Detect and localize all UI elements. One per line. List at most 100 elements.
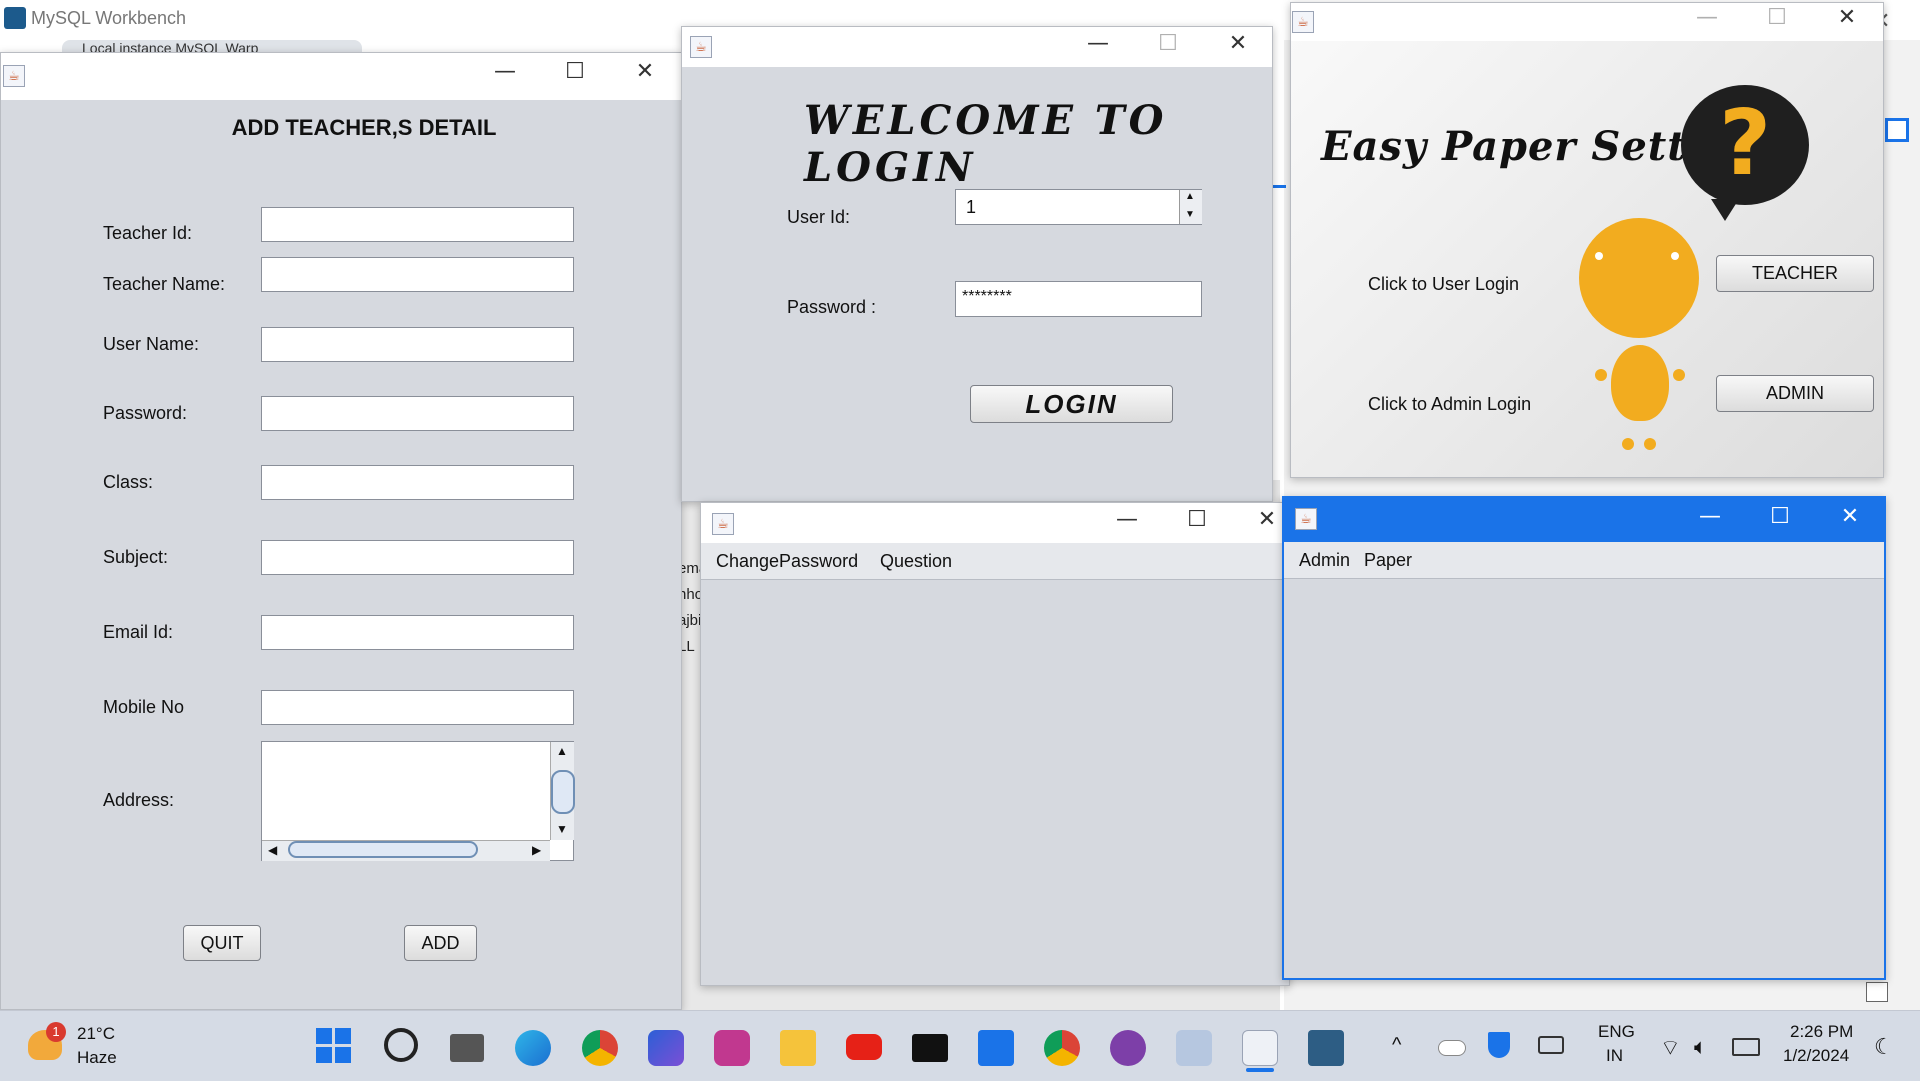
search-icon[interactable]	[384, 1028, 418, 1062]
teacher-id-input[interactable]	[261, 207, 574, 242]
easy-paper-setter-window: ☕ — ☐ ✕ Easy Paper Setter ? Click to Use…	[1290, 2, 1884, 478]
keyboard-icon[interactable]	[1538, 1036, 1564, 1054]
scroll-right-icon[interactable]: ▶	[532, 843, 541, 857]
java-icon[interactable]	[1242, 1030, 1278, 1066]
start-icon[interactable]	[316, 1028, 352, 1064]
java-icon: ☕	[1295, 508, 1317, 530]
do-not-disturb-icon[interactable]: ☾	[1874, 1034, 1894, 1060]
mobile-input[interactable]	[261, 690, 574, 725]
battery-icon[interactable]	[1732, 1038, 1760, 1056]
wifi-icon[interactable]: ⌔	[1660, 1034, 1681, 1062]
minimize-button[interactable]: —	[485, 59, 525, 84]
menu-question[interactable]: Question	[880, 551, 952, 572]
user-id-spinner[interactable]: 1 ▲ ▼	[955, 189, 1202, 225]
spinner-down-icon[interactable]: ▼	[1185, 209, 1195, 220]
maximize-button[interactable]: ☐	[1760, 504, 1800, 529]
vscode-icon[interactable]	[978, 1030, 1014, 1066]
page-title: ADD TEACHER,S DETAIL	[231, 115, 497, 140]
minimize-button[interactable]: —	[1078, 31, 1118, 56]
scroll-down-icon[interactable]: ▼	[556, 822, 568, 836]
java-icon: ☕	[690, 36, 712, 58]
horizontal-scroll-thumb[interactable]	[288, 841, 478, 858]
teacher-button[interactable]: TEACHER	[1716, 255, 1874, 292]
subject-input[interactable]	[261, 540, 574, 575]
chrome-icon[interactable]	[1044, 1030, 1080, 1066]
menu-admin[interactable]: Admin	[1299, 550, 1350, 571]
question-bubble-icon: ?	[1681, 85, 1809, 205]
menu-paper[interactable]: Paper	[1364, 550, 1412, 571]
admin-button[interactable]: ADMIN	[1716, 375, 1874, 412]
menu-change-password[interactable]: ChangePassword	[716, 551, 858, 572]
user-name-label: User Name:	[103, 334, 200, 354]
clock-date[interactable]: 1/2/2024	[1783, 1046, 1849, 1066]
mascot-hand-icon	[1595, 369, 1607, 381]
teacher-name-input[interactable]	[261, 257, 574, 292]
scroll-left-icon[interactable]: ◀	[268, 843, 277, 857]
close-button[interactable]: ✕	[1827, 5, 1867, 30]
copilot-icon[interactable]	[648, 1030, 684, 1066]
maximize-button[interactable]: ☐	[555, 59, 595, 84]
weather-temp[interactable]: 21°C	[77, 1024, 115, 1044]
minimize-button[interactable]: —	[1690, 504, 1730, 529]
email-label: Email Id:	[103, 622, 174, 642]
close-button[interactable]: ✕	[625, 59, 665, 84]
chevron-up-icon[interactable]: ^	[1392, 1034, 1401, 1057]
workbench-output-icon[interactable]	[1866, 982, 1888, 1002]
address-textarea[interactable]: ▲ ▼ ◀ ▶	[261, 741, 575, 861]
virtualbox-icon[interactable]	[1176, 1030, 1212, 1066]
github-icon[interactable]	[1110, 1030, 1146, 1066]
email-input[interactable]	[261, 615, 574, 650]
mysql-workbench-icon[interactable]	[1308, 1030, 1344, 1066]
subject-label: Subject:	[103, 547, 169, 567]
password-input[interactable]	[261, 396, 574, 431]
admin-login-text: Click to Admin Login	[1368, 394, 1532, 414]
mobile-label: Mobile No	[103, 697, 185, 717]
scroll-up-icon[interactable]: ▲	[556, 744, 568, 758]
volume-icon[interactable]: 🔈︎	[1694, 1034, 1707, 1060]
class-input[interactable]	[261, 465, 574, 500]
quit-button[interactable]: QUIT	[183, 925, 261, 961]
password-input[interactable]: ********	[955, 281, 1202, 317]
close-button[interactable]: ✕	[1218, 31, 1258, 56]
edge-icon[interactable]	[515, 1030, 551, 1066]
workbench-title: MySQL Workbench	[31, 8, 187, 28]
app-title: Easy Paper Setter	[1321, 123, 1736, 170]
region-indicator[interactable]: IN	[1606, 1046, 1623, 1066]
terminal-icon[interactable]	[912, 1034, 948, 1062]
spinner-up-icon[interactable]: ▲	[1185, 191, 1195, 202]
workbench-panel-toggle-icon[interactable]	[1885, 118, 1909, 142]
login-button[interactable]: LOGIN	[970, 385, 1173, 423]
maximize-button[interactable]: ☐	[1177, 507, 1217, 532]
password-label: Password:	[103, 403, 188, 423]
spinner-arrows[interactable]: ▲ ▼	[1179, 190, 1202, 224]
youtube-icon[interactable]	[846, 1034, 882, 1060]
close-button[interactable]: ✕	[1830, 504, 1870, 529]
onedrive-icon[interactable]	[1438, 1040, 1466, 1056]
minimize-button[interactable]: —	[1107, 507, 1147, 532]
security-shield-icon[interactable]	[1488, 1032, 1510, 1058]
menu-bar: Admin Paper	[1284, 542, 1884, 579]
mascot-hand-icon	[1673, 369, 1685, 381]
minimize-button[interactable]: —	[1687, 5, 1727, 30]
user-id-value: 1	[966, 197, 977, 217]
java-icon: ☕	[1292, 11, 1314, 33]
admin-menu-window: ☕ — ☐ ✕ Admin Paper	[1282, 496, 1886, 980]
horizontal-scrollbar[interactable]: ◀ ▶	[262, 840, 550, 861]
teacher-name-label: Teacher Name:	[103, 274, 226, 294]
weather-desc[interactable]: Haze	[77, 1048, 117, 1068]
login-heading: WELCOME TO LOGIN	[804, 97, 1168, 191]
close-button[interactable]: ✕	[1247, 507, 1287, 532]
vertical-scroll-thumb[interactable]	[551, 770, 575, 814]
clock-time[interactable]: 2:26 PM	[1790, 1022, 1853, 1042]
task-view-icon[interactable]	[450, 1034, 484, 1062]
user-name-input[interactable]	[261, 327, 574, 362]
vertical-scrollbar[interactable]: ▲ ▼	[550, 742, 575, 840]
wps-icon[interactable]	[714, 1030, 750, 1066]
chrome-icon[interactable]	[582, 1030, 618, 1066]
add-button[interactable]: ADD	[404, 925, 477, 961]
language-indicator[interactable]: ENG	[1598, 1022, 1635, 1042]
mascot-foot-icon	[1644, 438, 1656, 450]
user-id-label: User Id:	[787, 207, 851, 227]
file-explorer-icon[interactable]	[780, 1030, 816, 1066]
workbench-logo-icon	[4, 7, 26, 29]
